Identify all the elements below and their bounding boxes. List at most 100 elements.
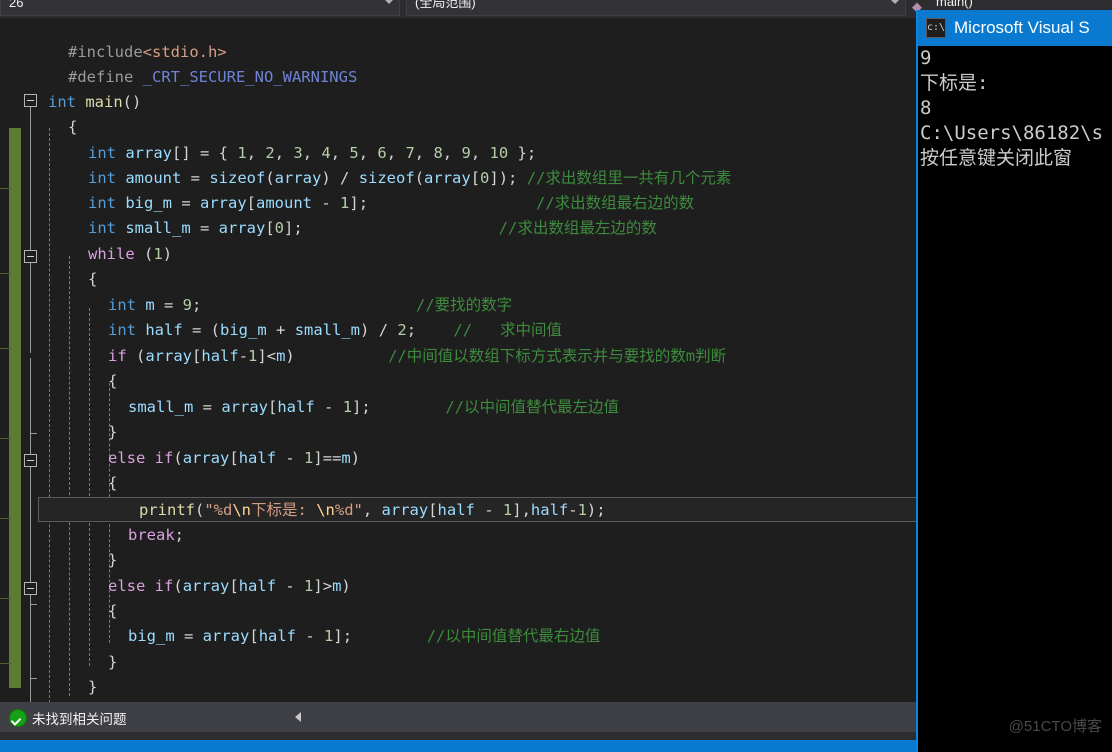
code-line[interactable]: int half = (big_m + small_m) / 2; // 求中间… bbox=[0, 318, 562, 343]
success-check-icon bbox=[9, 709, 27, 727]
code-line[interactable]: int big_m = array[amount - 1]; //求出数组最右边… bbox=[0, 191, 694, 216]
code-token: - bbox=[484, 501, 503, 519]
code-line[interactable]: { bbox=[0, 115, 77, 140]
code-line[interactable]: printf("%d\n下标是: \n%d", array[half - 1],… bbox=[38, 497, 918, 522]
console-output-line: 9 bbox=[920, 47, 932, 69]
code-token: 6 bbox=[377, 144, 387, 162]
code-token: ( bbox=[136, 347, 146, 365]
code-token: ] bbox=[257, 347, 267, 365]
code-token: ) bbox=[285, 347, 295, 365]
code-token: array bbox=[424, 169, 471, 187]
code-token: "%d bbox=[204, 501, 233, 519]
code-token: _CRT_SECURE_NO_WARNINGS bbox=[142, 68, 358, 86]
code-token: , bbox=[330, 144, 350, 162]
code-token: } bbox=[108, 653, 118, 671]
member-scope-dropdown[interactable]: (全局范围) bbox=[406, 0, 906, 16]
code-token: }; bbox=[508, 144, 537, 162]
code-token: , bbox=[302, 144, 322, 162]
console-window[interactable]: c:\ Microsoft Visual S 9 下标是: 8 C:\Users\86… bbox=[916, 10, 1112, 752]
code-token: 8 bbox=[433, 144, 443, 162]
code-token: small_m bbox=[125, 219, 200, 237]
code-line[interactable]: big_m = array[half - 1]; //以中间值替代最右边值 bbox=[0, 624, 600, 649]
code-token: half bbox=[238, 449, 286, 467]
code-token: array bbox=[145, 347, 193, 365]
code-line[interactable]: if (array[half-1]<m) //中间值以数组下标方式表示并与要找的… bbox=[0, 344, 726, 369]
code-line[interactable]: else if(array[half - 1]==m) bbox=[0, 446, 360, 471]
code-line[interactable]: int amount = sizeof(array) / sizeof(arra… bbox=[0, 166, 731, 191]
project-scope-dropdown[interactable]: 26 bbox=[0, 0, 400, 16]
code-line[interactable]: } bbox=[0, 675, 97, 700]
code-token: 0 bbox=[480, 169, 490, 187]
code-token: { bbox=[68, 118, 78, 136]
code-line[interactable]: else if(array[half - 1]>m) bbox=[0, 574, 351, 599]
code-token: //以中间值替代最右边值 bbox=[352, 627, 601, 645]
code-token: , bbox=[246, 144, 266, 162]
collapse-left-icon[interactable] bbox=[295, 712, 301, 722]
code-line[interactable]: int m = 9; //要找的数字 bbox=[0, 293, 512, 318]
code-token: } bbox=[108, 423, 118, 441]
code-token: = bbox=[199, 219, 219, 237]
code-token: ; bbox=[192, 296, 202, 314]
code-token: ( bbox=[195, 501, 205, 519]
console-output-line: 按任意键关闭此窗 bbox=[920, 147, 1073, 169]
code-token: ] bbox=[313, 577, 323, 595]
code-line[interactable]: int main() bbox=[0, 90, 141, 115]
code-token: 4 bbox=[321, 144, 331, 162]
code-token: big_m bbox=[220, 321, 277, 339]
code-line[interactable]: } bbox=[0, 650, 117, 675]
code-token: [ bbox=[268, 398, 278, 416]
code-token: () bbox=[122, 93, 142, 111]
code-token: int bbox=[48, 93, 86, 111]
code-token: printf bbox=[139, 501, 195, 519]
code-token: , bbox=[386, 144, 406, 162]
code-line[interactable]: { bbox=[0, 471, 117, 496]
code-token: , bbox=[442, 144, 462, 162]
code-token: half bbox=[201, 347, 239, 365]
code-token: , bbox=[362, 501, 382, 519]
code-token: { bbox=[108, 602, 118, 620]
code-token: ]; bbox=[352, 398, 371, 416]
code-token: 下标是: bbox=[251, 501, 317, 519]
console-title-bar[interactable]: c:\ Microsoft Visual S bbox=[918, 10, 1112, 46]
code-line[interactable]: { bbox=[0, 267, 97, 292]
code-token: int bbox=[108, 321, 146, 339]
code-line[interactable]: } bbox=[0, 420, 117, 445]
code-token: half bbox=[145, 321, 192, 339]
code-token: 1 bbox=[324, 627, 334, 645]
code-token: //要找的数字 bbox=[201, 296, 513, 314]
chevron-down-icon bbox=[385, 0, 393, 4]
code-token: - bbox=[285, 577, 305, 595]
code-token: #define bbox=[68, 68, 143, 86]
code-token: 1 bbox=[577, 501, 587, 519]
code-token: { bbox=[108, 474, 118, 492]
code-line[interactable]: } bbox=[0, 548, 117, 573]
code-line[interactable]: int small_m = array[0]; //求出数组最左边的数 bbox=[0, 216, 657, 241]
code-line[interactable]: break; bbox=[0, 523, 184, 548]
code-token: ]); bbox=[489, 169, 527, 187]
code-token: 10 bbox=[489, 144, 509, 162]
code-line[interactable]: { bbox=[0, 369, 117, 394]
code-token: int bbox=[88, 169, 126, 187]
code-token: 1 bbox=[304, 577, 314, 595]
code-editor[interactable]: #include<stdio.h> #define _CRT_SECURE_NO_… bbox=[0, 18, 919, 702]
code-line[interactable]: while (1) bbox=[0, 242, 172, 267]
code-token: 9 bbox=[182, 296, 193, 314]
project-scope-value: 26 bbox=[9, 0, 24, 10]
code-token: else bbox=[108, 449, 155, 467]
code-line[interactable]: small_m = array[half - 1]; //以中间值替代最左边值 bbox=[0, 395, 619, 420]
code-token: - bbox=[285, 449, 305, 467]
code-line[interactable]: { bbox=[0, 599, 117, 624]
code-token: sizeof bbox=[209, 169, 266, 187]
code-token: big_m bbox=[128, 627, 184, 645]
code-line[interactable]: #define _CRT_SECURE_NO_WARNINGS bbox=[0, 65, 357, 90]
code-token: 3 bbox=[293, 144, 303, 162]
console-app-icon: c:\ bbox=[926, 18, 946, 38]
code-token: 1 bbox=[304, 449, 314, 467]
code-line[interactable]: int array[] = { 1, 2, 3, 4, 5, 6, 7, 8, … bbox=[0, 141, 536, 166]
code-line[interactable]: #include<stdio.h> bbox=[0, 40, 227, 65]
code-token: half bbox=[530, 501, 569, 519]
code-token: , bbox=[414, 144, 434, 162]
code-token: int bbox=[108, 296, 146, 314]
code-token: - bbox=[324, 398, 343, 416]
code-token: <stdio.h> bbox=[142, 43, 227, 61]
